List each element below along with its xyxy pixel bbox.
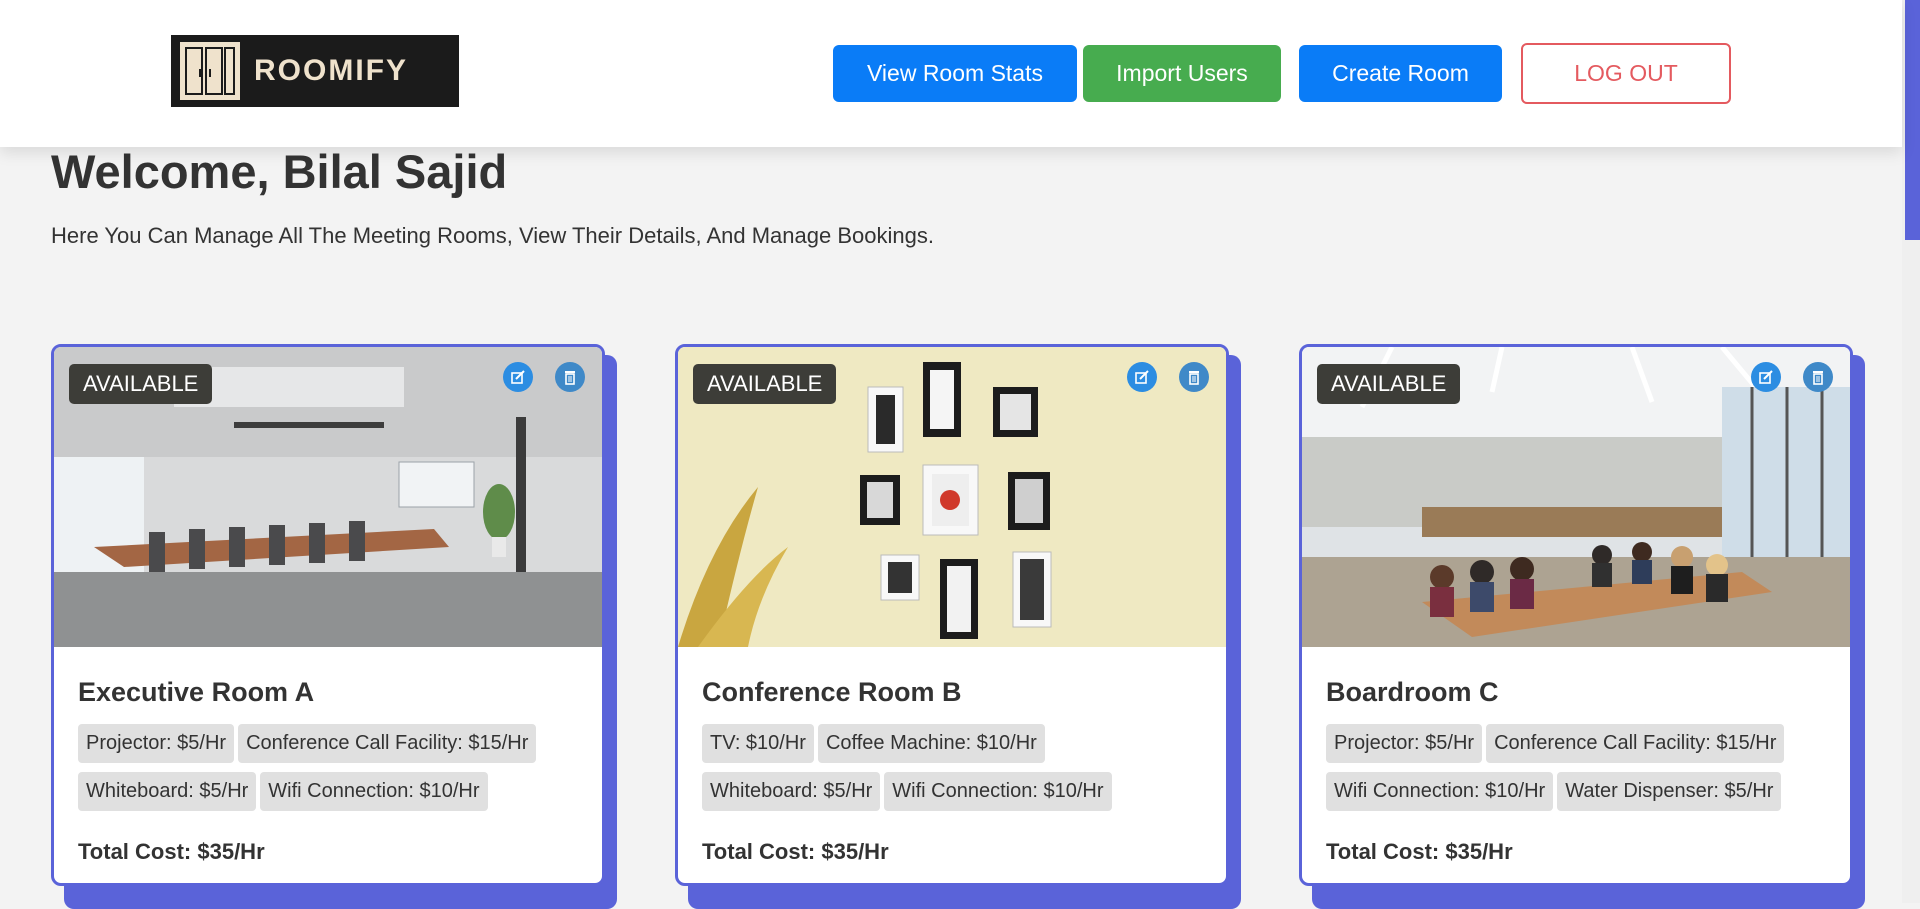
room-name: Boardroom C	[1326, 677, 1499, 707]
facility-list: Projector: $5/Hr Conference Call Facility…	[1326, 724, 1836, 820]
facility-tag: Wifi Connection: $10/Hr	[1326, 772, 1554, 811]
edit-icon[interactable]	[1127, 362, 1157, 392]
facility-tag: Wifi Connection: $10/Hr	[884, 772, 1112, 811]
facility-tag: Water Dispenser: $5/Hr	[1557, 772, 1782, 811]
facility-list: Projector: $5/Hr Conference Call Facility…	[78, 724, 588, 820]
room-card-body[interactable]: AVAILABLE Conference Room B TV: $10/Hr Co…	[675, 344, 1229, 886]
trash-icon[interactable]	[1179, 362, 1209, 392]
roomify-logo[interactable]: ROOMIFY	[171, 35, 459, 107]
top-header: ROOMIFY View Room Stats Import Users Cre…	[0, 0, 1902, 147]
facility-tag: Conference Call Facility: $15/Hr	[1486, 724, 1785, 763]
wardrobe-icon	[180, 42, 240, 100]
total-cost: Total Cost: $35/Hr	[702, 839, 889, 864]
logo-text: ROOMIFY	[254, 54, 408, 87]
facility-tag: Conference Call Facility: $15/Hr	[238, 724, 537, 763]
facility-tag: Coffee Machine: $10/Hr	[817, 724, 1045, 763]
view-room-stats-button[interactable]: View Room Stats	[833, 45, 1077, 102]
welcome-heading: Welcome, Bilal Sajid	[51, 145, 508, 198]
trash-icon[interactable]	[1803, 362, 1833, 392]
facility-tag: TV: $10/Hr	[702, 724, 814, 763]
total-cost: Total Cost: $35/Hr	[1326, 839, 1513, 864]
scrollbar[interactable]	[1902, 0, 1920, 903]
page-subtitle: Here You Can Manage All The Meeting Room…	[51, 223, 934, 248]
status-badge: AVAILABLE	[69, 364, 213, 404]
room-name: Executive Room A	[78, 677, 315, 707]
room-name: Conference Room B	[702, 677, 962, 707]
room-card: AVAILABLE Executive Room A Projector: $5…	[51, 344, 617, 909]
room-card: AVAILABLE Conference Room B TV: $10/Hr Co…	[675, 344, 1241, 909]
room-card-body[interactable]: AVAILABLE Boardroom C Projector: $5/Hr Co…	[1299, 344, 1853, 886]
room-card-body[interactable]: AVAILABLE Executive Room A Projector: $5…	[51, 344, 605, 886]
facility-tag: Wifi Connection: $10/Hr	[260, 772, 488, 811]
facility-tag: Projector: $5/Hr	[78, 724, 235, 763]
facility-tag: Whiteboard: $5/Hr	[78, 772, 257, 811]
facility-list: TV: $10/Hr Coffee Machine: $10/Hr Whiteboa…	[702, 724, 1212, 820]
import-users-button[interactable]: Import Users	[1083, 45, 1281, 102]
facility-tag: Whiteboard: $5/Hr	[702, 772, 881, 811]
status-badge: AVAILABLE	[693, 364, 837, 404]
total-cost: Total Cost: $35/Hr	[78, 839, 265, 864]
facility-tag: Projector: $5/Hr	[1326, 724, 1483, 763]
scrollbar-thumb[interactable]	[1905, 0, 1920, 240]
create-room-button[interactable]: Create Room	[1299, 45, 1502, 102]
edit-icon[interactable]	[503, 362, 533, 392]
status-badge: AVAILABLE	[1317, 364, 1461, 404]
logout-button[interactable]: LOG OUT	[1521, 43, 1731, 104]
room-card: AVAILABLE Boardroom C Projector: $5/Hr Co…	[1299, 344, 1865, 909]
edit-icon[interactable]	[1751, 362, 1781, 392]
trash-icon[interactable]	[555, 362, 585, 392]
